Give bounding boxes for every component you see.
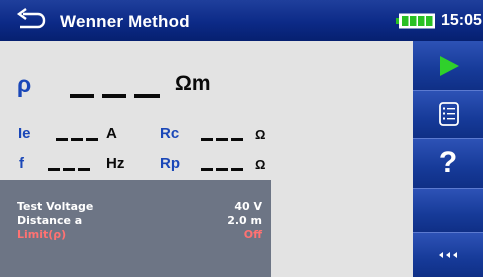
ie-label: Ie (18, 125, 31, 142)
param-limit-rho[interactable]: Limit(ρ) Off (17, 228, 262, 242)
more-options-button[interactable] (413, 233, 483, 277)
rho-value-placeholder (102, 94, 126, 98)
param-label: Limit(ρ) (17, 228, 67, 241)
settings-button[interactable] (413, 91, 483, 139)
instrument-screen: Wenner Method 15:05 ρ Ωm Ie A Rc Ω f Hz … (0, 0, 483, 277)
rho-value-placeholder (70, 94, 94, 98)
param-value: 2.0 m (227, 214, 262, 227)
rp-value-placeholder (201, 168, 213, 171)
rc-label: Rc (160, 125, 180, 142)
parameters-panel[interactable]: Test Voltage 40 V Distance a 2.0 m Limit… (0, 180, 271, 277)
f-value-placeholder (48, 168, 60, 171)
rho-value-placeholder (134, 94, 160, 98)
rp-label: Rp (160, 155, 180, 172)
side-menu: ? (413, 41, 483, 277)
help-button[interactable]: ? (413, 139, 483, 189)
start-button[interactable] (413, 41, 483, 91)
ie-value-placeholder (71, 138, 83, 141)
param-label: Distance a (17, 214, 83, 227)
param-value: Off (243, 228, 262, 241)
rc-unit: Ω (255, 127, 266, 142)
rc-value-placeholder (201, 138, 213, 141)
rp-unit: Ω (255, 157, 266, 172)
play-icon (440, 56, 459, 76)
ie-value-placeholder (86, 138, 98, 141)
back-button[interactable] (14, 6, 48, 34)
rp-value-placeholder (216, 168, 228, 171)
empty-menu-slot (413, 189, 483, 233)
f-unit: Hz (106, 155, 125, 172)
triple-chevron-left-icon (439, 252, 457, 258)
f-label: f (19, 155, 24, 172)
page-title: Wenner Method (60, 12, 190, 31)
list-icon (439, 102, 459, 126)
param-distance-a[interactable]: Distance a 2.0 m (17, 214, 262, 228)
rp-value-placeholder (231, 168, 243, 171)
clock-time: 15:05 (441, 12, 482, 29)
f-value-placeholder (63, 168, 75, 171)
rho-label: ρ (17, 71, 32, 97)
battery-full-icon (396, 13, 435, 29)
help-icon: ? (438, 146, 458, 179)
ie-unit: A (106, 125, 117, 142)
f-value-placeholder (78, 168, 90, 171)
rho-unit: Ωm (175, 72, 211, 95)
param-label: Test Voltage (17, 200, 94, 213)
param-value: 40 V (234, 200, 262, 213)
param-test-voltage[interactable]: Test Voltage 40 V (17, 200, 262, 214)
rc-value-placeholder (216, 138, 228, 141)
title-bar: Wenner Method 15:05 (0, 0, 483, 41)
back-arrow-icon (16, 8, 46, 29)
ie-value-placeholder (56, 138, 68, 141)
measurement-area: ρ Ωm Ie A Rc Ω f Hz Rp Ω Test Voltage 40… (0, 41, 413, 277)
rc-value-placeholder (231, 138, 243, 141)
